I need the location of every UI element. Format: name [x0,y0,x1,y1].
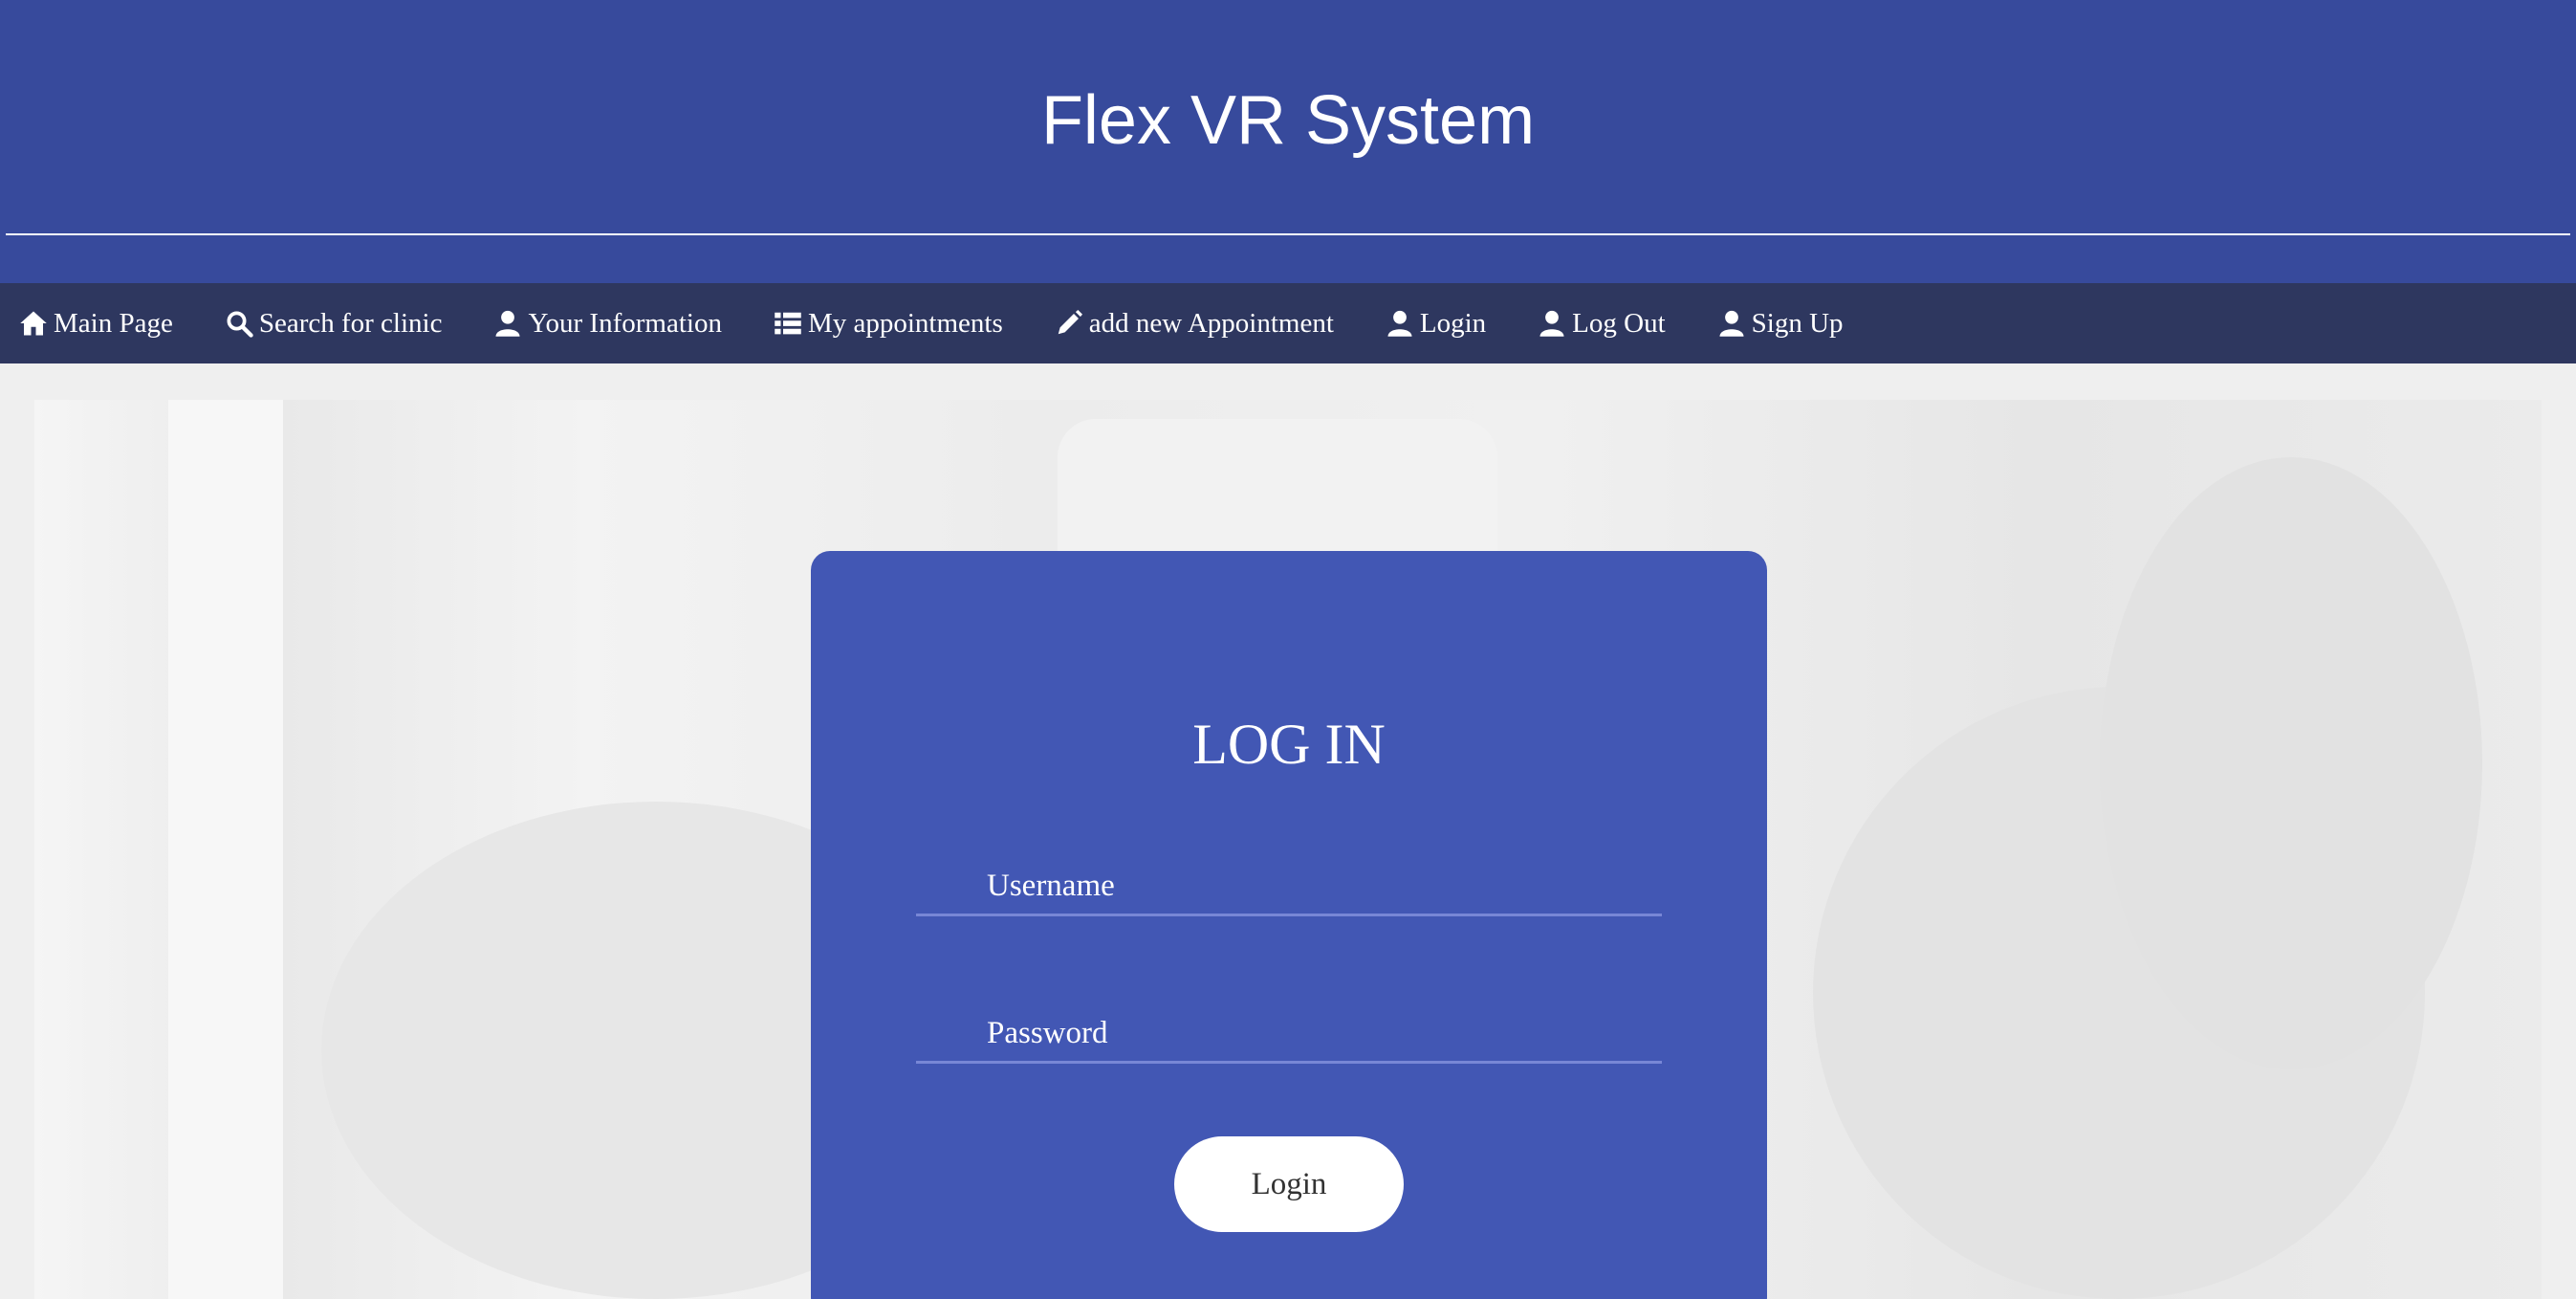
nav-item-label: Sign Up [1751,307,1844,339]
nav-item-my-appointments[interactable]: My appointments [774,308,1003,340]
nav-item-label: Search for clinic [258,307,443,339]
person-shape [2100,457,2482,1069]
nav-item-label: Your Information [528,307,722,339]
pencil-icon [1055,309,1083,338]
login-card: LOG IN Login [811,551,1767,1299]
site-header: Flex VR System [0,0,2576,283]
search-icon [225,309,253,338]
nav-item-add-new-appointment[interactable]: add new Appointment [1055,308,1334,340]
login-button[interactable]: Login [1174,1136,1404,1232]
nav-item-log-out[interactable]: Log Out [1538,307,1666,340]
password-field [916,1006,1662,1064]
nav-item-label: Log Out [1572,307,1666,339]
nav-item-label: add new Appointment [1088,307,1334,339]
user-icon [493,309,522,338]
nav-item-login[interactable]: Login [1386,308,1486,340]
password-input[interactable] [916,1006,1662,1061]
home-icon [19,309,48,338]
main-navigation: Main Page Search for clinic Your Informa… [0,283,2576,363]
nav-item-your-information[interactable]: Your Information [493,307,722,340]
user-icon [1538,309,1566,338]
nav-item-label: Main Page [54,307,173,339]
header-divider [6,233,2570,235]
nav-item-search-for-clinic[interactable]: Search for clinic [225,307,443,340]
curtain-shape [168,400,283,1299]
user-icon [1717,309,1746,338]
nav-item-label: Login [1419,307,1487,339]
nav-item-main-page[interactable]: Main Page [19,308,173,340]
username-input[interactable] [916,859,1662,914]
nav-item-sign-up[interactable]: Sign Up [1717,308,1844,340]
login-title: LOG IN [1192,713,1386,776]
nav-item-label: My appointments [807,307,1003,339]
user-icon [1386,309,1414,338]
page: Flex VR System Main Page Search for clin… [0,0,2576,1299]
list-icon [774,309,802,338]
site-title: Flex VR System [1040,82,1536,159]
username-field [916,859,1662,916]
